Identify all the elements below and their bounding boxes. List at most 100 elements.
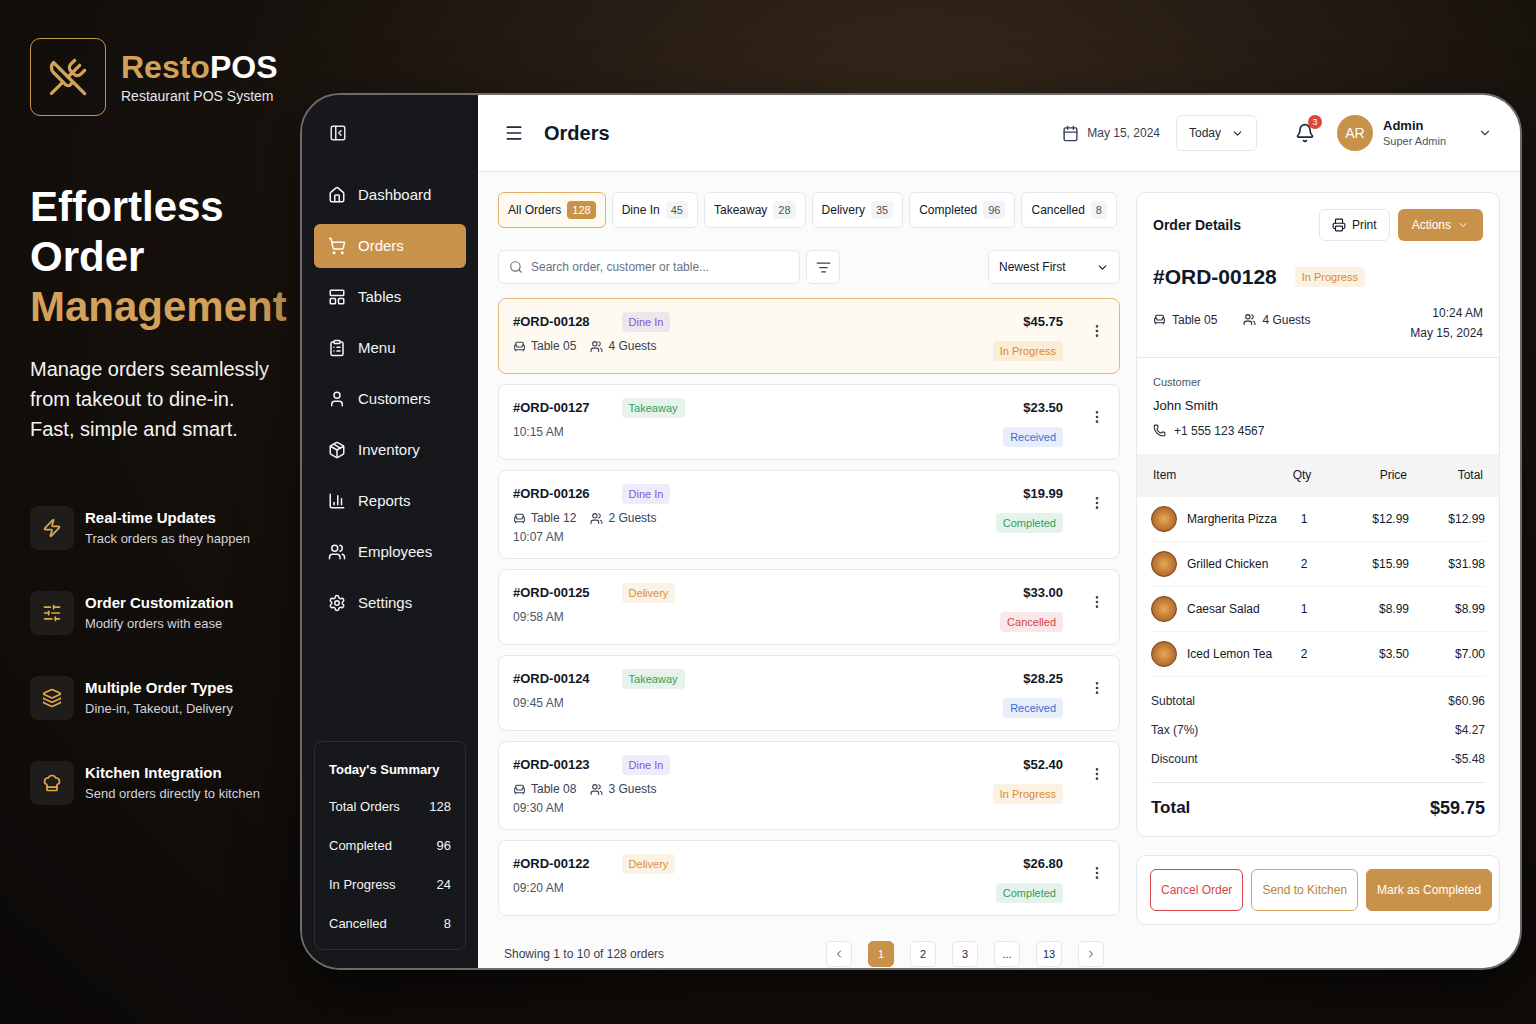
order-id: #ORD-00128 [513,312,590,332]
notifications-button[interactable]: 3 [1293,121,1317,145]
sidebar-item-label: Dashboard [358,184,431,207]
sidebar-item[interactable]: Customers [314,377,466,421]
order-more-button[interactable] [1089,594,1105,610]
order-row[interactable]: #ORD-00125Delivery09:58 AM$33.00Cancelle… [498,569,1120,645]
details-table: Table 05 [1153,311,1217,329]
summary-row: Total Orders128 [329,787,451,826]
filter-tab[interactable]: Takeaway28 [704,192,806,228]
details-table-info: Table 054 Guests [1153,311,1310,329]
feature-icon [42,773,62,793]
guests-icon [1243,313,1256,326]
filter-button[interactable] [806,250,840,284]
search-row: Search order, customer or table... Newest… [498,250,1120,284]
page-button[interactable]: 2 [910,941,936,967]
order-more-button[interactable] [1089,680,1105,696]
order-more-button[interactable] [1089,409,1105,425]
sidebar-item[interactable]: Reports [314,479,466,523]
price-summary-row: Tax (7%)$4.27 [1151,716,1485,745]
order-title-line: #ORD-00123Dine In [513,754,993,776]
order-row[interactable]: #ORD-00128Dine InTable 054 Guests$45.75I… [498,298,1120,374]
sidebar: Dashboard Orders Tables Menu Customers Invent… [302,95,478,968]
prev-page-button[interactable] [826,941,852,967]
filter-tab[interactable]: Completed96 [909,192,1015,228]
price-summary-value: $4.27 [1455,721,1485,739]
page-button[interactable]: ... [994,941,1020,967]
filter-tab-label: Delivery [822,201,865,219]
item-name: Caesar Salad [1151,596,1279,622]
item-price: $3.50 [1329,645,1409,663]
feature-title: Kitchen Integration [85,764,260,782]
range-select[interactable]: Today [1176,115,1257,151]
sidebar-item[interactable]: Employees [314,530,466,574]
sidebar-item[interactable]: Tables [314,275,466,319]
order-title-line: #ORD-00126Dine In [513,483,996,505]
order-type-tag: Delivery [622,583,676,603]
details-status-tag: In Progress [1295,267,1365,287]
order-row[interactable]: #ORD-00124Takeaway09:45 AM$28.25Received [498,655,1120,731]
sidebar-item[interactable]: Orders [314,224,466,268]
sidebar-item-label: Inventory [358,439,420,462]
price-summary-label: Discount [1151,750,1198,768]
summary-title: Today's Summary [329,760,451,780]
more-icon [1089,594,1105,610]
details-action-button[interactable]: Send to Kitchen [1251,869,1358,911]
sidebar-item[interactable]: Settings [314,581,466,625]
print-button[interactable]: Print [1319,209,1390,241]
order-row[interactable]: #ORD-00122Delivery09:20 AM$26.80Complete… [498,840,1120,916]
page-button[interactable]: 13 [1036,941,1062,967]
customer-name: John Smith [1153,396,1483,416]
sidebar-item[interactable]: Inventory [314,428,466,472]
sidebar-item-icon [328,492,346,510]
order-row[interactable]: #ORD-00123Dine InTable 083 Guests09:30 A… [498,741,1120,830]
sidebar-item[interactable]: Menu [314,326,466,370]
price-summary-row: Discount-$5.48 [1151,745,1485,774]
order-more-button[interactable] [1089,766,1105,782]
hero-description-line: Fast, simple and smart. [30,414,300,444]
user-menu[interactable]: ARAdminSuper Admin [1337,115,1492,151]
order-guests: 2 Guests [590,509,656,527]
filter-tab[interactable]: Delivery35 [812,192,904,228]
order-guests: 4 Guests [590,337,656,355]
item-total: $31.98 [1409,555,1485,573]
date-text: May 15, 2024 [1087,124,1160,142]
page-button[interactable]: 1 [868,941,894,967]
next-page-button[interactable] [1078,941,1104,967]
promo-panel: RestoPOSRestaurant POS SystemEffortlessO… [0,0,300,1024]
sidebar-toggle[interactable] [328,123,348,143]
order-type-tag: Takeaway [622,398,685,418]
feature-title: Multiple Order Types [85,679,233,697]
order-price: $19.99 [1023,483,1063,505]
filter-tabs: All Orders128Dine In45Takeaway28Delivery… [498,192,1120,228]
order-amount: $28.25Received [1003,668,1063,718]
details-datetime: 10:24 AMMay 15, 2024 [1410,303,1483,343]
page-button[interactable]: 3 [952,941,978,967]
filter-tab[interactable]: Cancelled8 [1021,192,1117,228]
order-info: #ORD-00123Dine InTable 083 Guests09:30 A… [513,754,993,817]
search-field[interactable]: Search order, customer or table... [498,250,800,284]
sidebar-item[interactable]: Dashboard [314,173,466,217]
details-action-button[interactable]: Cancel Order [1150,869,1243,911]
item-name: Margherita Pizza [1151,506,1279,532]
utensils-icon [48,57,88,97]
filter-tab[interactable]: All Orders128 [498,192,606,228]
order-title-line: #ORD-00124Takeaway [513,668,1003,690]
order-more-button[interactable] [1089,323,1105,339]
item-name: Iced Lemon Tea [1151,641,1279,667]
notification-badge: 3 [1308,115,1322,129]
item-row: Caesar Salad1$8.99$8.99 [1151,587,1485,632]
feature-text: Multiple Order TypesDine-in, Takeout, De… [85,679,233,717]
details-action-button[interactable]: Mark as Completed [1366,869,1492,911]
order-row[interactable]: #ORD-00126Dine InTable 122 Guests10:07 A… [498,470,1120,559]
sidebar-item-label: Settings [358,592,412,615]
order-row[interactable]: #ORD-00127Takeaway10:15 AM$23.50Received [498,384,1120,460]
sort-select[interactable]: Newest First [988,250,1120,284]
user-role: Super Admin [1383,134,1446,149]
actions-button[interactable]: Actions [1398,209,1483,241]
item-qty: 2 [1279,555,1329,573]
order-more-button[interactable] [1089,865,1105,881]
order-more-button[interactable] [1089,495,1105,511]
menu-button[interactable] [502,121,526,145]
filter-tab-count: 128 [567,201,595,220]
filter-tab[interactable]: Dine In45 [612,192,698,228]
item-total: $8.99 [1409,600,1485,618]
